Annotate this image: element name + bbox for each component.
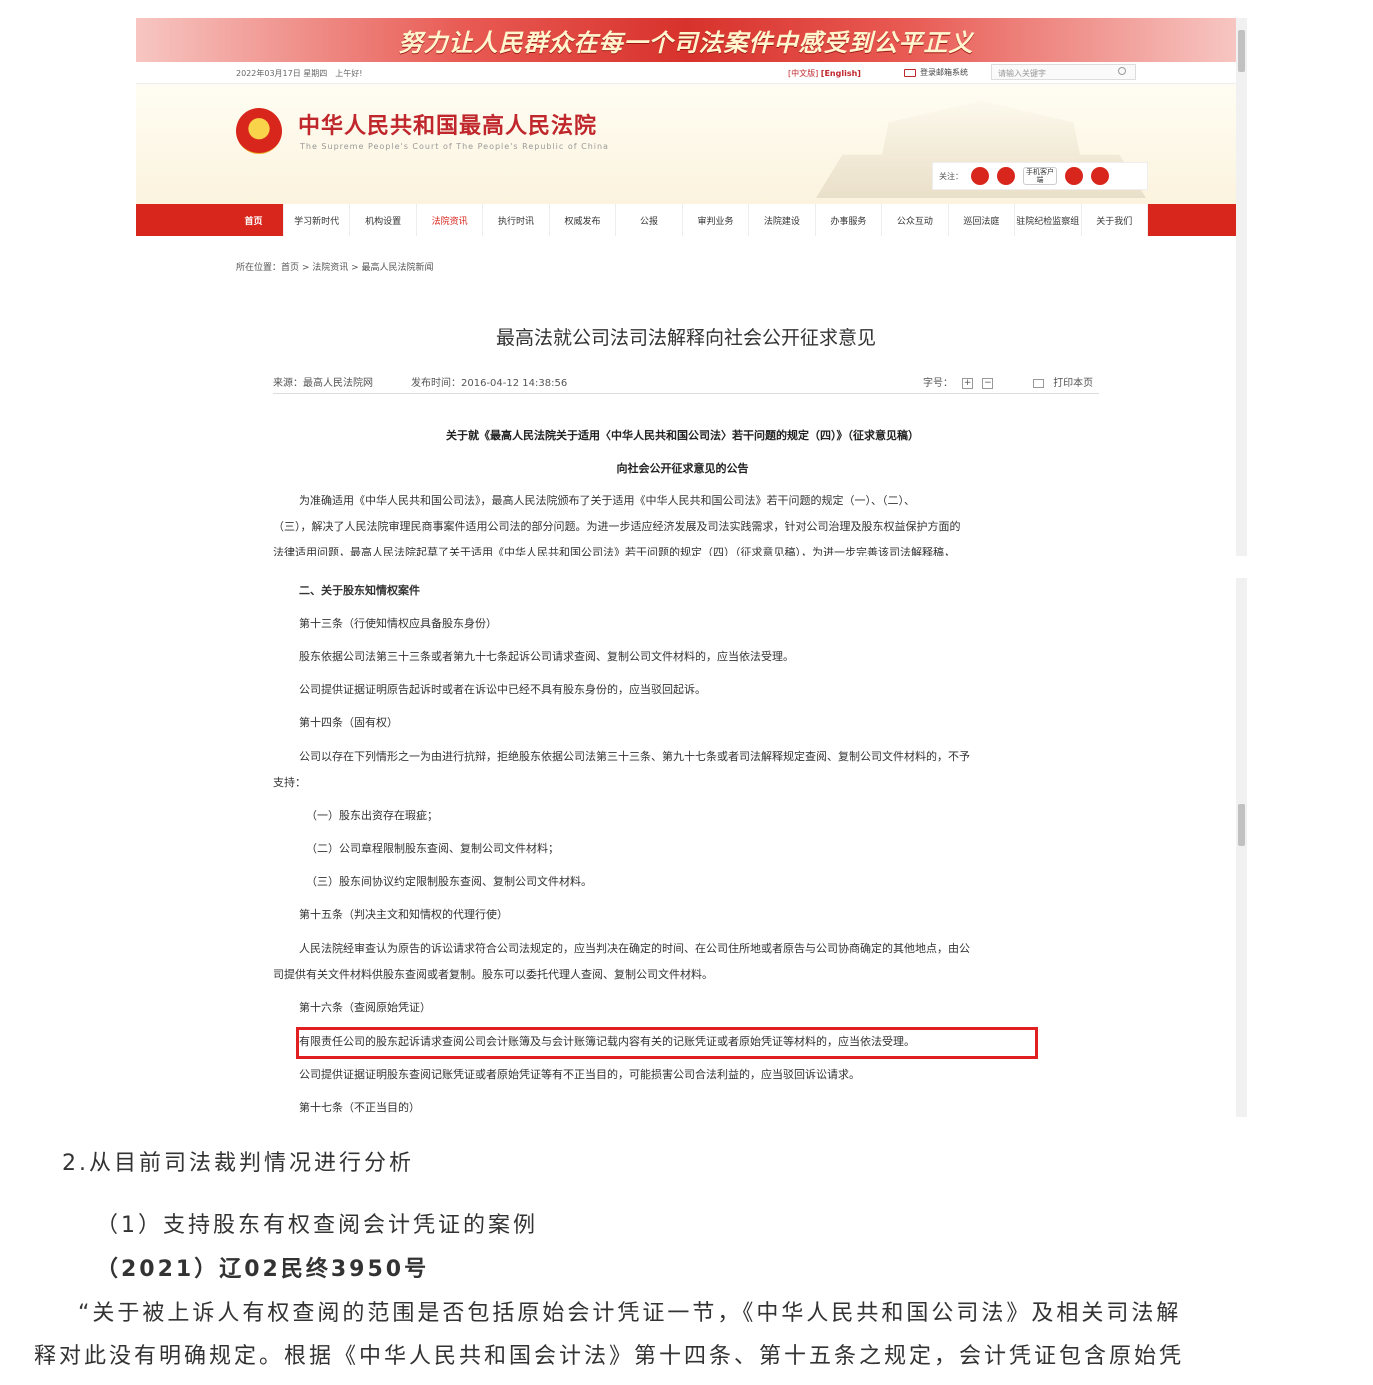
nav-item[interactable]: 学习新时代 (283, 204, 351, 236)
slogan-banner: 努力让人民群众在每一个司法案件中感受到公平正义 (136, 18, 1236, 62)
main-nav: 首页 学习新时代 机构设置 法院资讯 执行时讯 权威发布 公报 审判业务 法院建… (136, 204, 1236, 236)
date-text: 2022年03月17日 星期四 上午好! (236, 69, 363, 78)
nav-item[interactable]: 办事服务 (815, 204, 883, 236)
scrollbar-thumb[interactable] (1238, 30, 1245, 72)
nav-item[interactable]: 审判业务 (682, 204, 750, 236)
nav-item[interactable]: 权威发布 (549, 204, 617, 236)
font-decrease-button[interactable]: − (982, 377, 994, 389)
follow-label: 关注： (939, 171, 963, 181)
apple-icon[interactable] (1065, 167, 1083, 185)
article-text: 人民法院经审查认为原告的诉讼请求符合公司法规定的，应当判决在确定的时间、在公司住… (299, 942, 970, 955)
site-header: 中华人民共和国最高人民法院 The Supreme People's Court… (136, 84, 1236, 204)
print-button[interactable]: 打印本页 (1033, 374, 1093, 389)
quote-text: 释对此没有明确规定。根据《中华人民共和国会计法》第十四条、第十五条之规定，会计凭… (34, 1344, 1185, 1369)
case-number: （2021）辽02民终3950号 (96, 1257, 430, 1282)
notice-subtitle: 向社会公开征求意见的公告 (616, 462, 749, 475)
paragraph-line: 法律适用问题，最高人民法院起草了关于适用《中华人民共和国公司法》若干问题的规定（… (273, 546, 955, 556)
paragraph-line: 为准确适用《中华人民共和国公司法》，最高人民法院颁布了关于适用《中华人民共和国公… (299, 494, 915, 507)
article-source: 来源：最高人民法院网 (273, 378, 373, 389)
screenshot-court-homepage: 努力让人民群众在每一个司法案件中感受到公平正义 2022年03月17日 星期四 … (136, 18, 1247, 556)
section-heading: 2.从目前司法裁判情况进行分析 (62, 1151, 414, 1176)
lang-cn-link[interactable]: [中文版] (788, 69, 818, 78)
article-paragraph: 为准确适用《中华人民共和国公司法》，最高人民法院颁布了关于适用《中华人民共和国公… (273, 488, 1099, 556)
national-emblem-icon (236, 108, 282, 154)
android-icon[interactable] (1091, 167, 1109, 185)
banner-text: 努力让人民群众在每一个司法案件中感受到公平正义 (398, 27, 974, 57)
article-clause-title: 第十六条（查阅原始凭证） (299, 1001, 431, 1014)
highlight-box (296, 1027, 1038, 1059)
language-switch[interactable]: [中文版] [English] (788, 68, 861, 79)
article-clause-title: 第十五条（判决主文和知情权的代理行使） (299, 908, 508, 921)
mobile-client-button[interactable]: 手机客户端 (1023, 167, 1057, 185)
nav-items: 首页 学习新时代 机构设置 法院资讯 执行时讯 权威发布 公报 审判业务 法院建… (224, 204, 1149, 236)
subsection-heading: （1）支持股东有权查阅会计凭证的案例 (96, 1213, 538, 1238)
article-list-item: （二）公司章程限制股东查阅、复制公司文件材料； (306, 842, 559, 855)
follow-bar: 关注： 手机客户端 (932, 162, 1148, 190)
nav-item-home[interactable]: 首页 (224, 204, 284, 236)
article-title: 最高法就公司法司法解释向社会公开征求意见 (495, 327, 876, 349)
court-name-en: The Supreme People's Court of The People… (300, 142, 609, 151)
article-list-item: （一）股东出资存在瑕疵； (306, 809, 438, 822)
printer-icon (1033, 378, 1044, 388)
mail-login-label: 登录邮箱系统 (920, 68, 968, 77)
article-list-item: （三）股东间协议约定限制股东查阅、复制公司文件材料。 (306, 875, 592, 888)
article-clause-title: 第十七条（不正当目的） (299, 1101, 420, 1114)
notice-title: 关于就《最高人民法院关于适用〈中华人民共和国公司法〉若干问题的规定（四）》（征求… (446, 429, 919, 442)
search-input[interactable]: 请输入关键字 (991, 64, 1136, 80)
font-size-label: 字号： (923, 378, 953, 389)
quote-text: “关于被上诉人有权查阅的范围是否包括原始会计凭证一节，《中华人民共和国公司法》及… (78, 1301, 1182, 1326)
screenshot-article-provisions: 二、关于股东知情权案件 第十三条（行使知情权应具备股东身份） 股东依据公司法第三… (136, 578, 1247, 1117)
article-time: 发布时间：2016-04-12 14:38:56 (411, 378, 568, 389)
article-text: 司提供有关文件材料供股东查阅或者复制。股东可以委托代理人查阅、复制公司文件材料。 (273, 968, 713, 981)
scrollbar[interactable] (1236, 18, 1247, 556)
nav-item[interactable]: 公众互动 (882, 204, 949, 236)
search-icon[interactable] (1118, 67, 1126, 75)
font-size-control: 字号： + − (923, 374, 994, 389)
nav-item[interactable]: 巡回法庭 (948, 204, 1016, 236)
weibo-icon[interactable] (971, 167, 989, 185)
paragraph-line: （三），解决了人民法院审理民商事案件适用公司法的部分问题。为进一步适应经济发展及… (273, 520, 961, 533)
scrollbar[interactable] (1236, 578, 1247, 1117)
wechat-icon[interactable] (997, 167, 1015, 185)
article-text: 公司提供证据证明股东查阅记账凭证或者原始凭证等有不正当目的，可能损害公司合法利益… (299, 1068, 860, 1081)
court-name: 中华人民共和国最高人民法院 (298, 113, 598, 139)
top-bar: 2022年03月17日 星期四 上午好! [中文版] [English] 登录邮… (136, 62, 1236, 84)
article-clause-title: 第十三条（行使知情权应具备股东身份） (299, 617, 497, 630)
breadcrumb: 所在位置：首页 > 法院资讯 > 最高人民法院新闻 (236, 263, 434, 273)
article-clause-title: 第十四条（固有权） (299, 716, 398, 729)
mail-login-link[interactable]: 登录邮箱系统 (904, 67, 968, 78)
nav-item[interactable]: 法院建设 (749, 204, 816, 236)
mail-icon (904, 68, 916, 77)
nav-item[interactable]: 公报 (616, 204, 683, 236)
section-heading: 二、关于股东知情权案件 (299, 584, 420, 597)
article-text: 公司提供证据证明原告起诉时或者在诉讼中已经不具有股东身份的，应当驳回起诉。 (299, 683, 706, 696)
nav-item[interactable]: 驻院纪检监察组 (1015, 204, 1082, 236)
article-text: 股东依据公司法第三十三条或者第九十七条起诉公司请求查阅、复制公司文件材料的，应当… (299, 650, 794, 663)
nav-item-court-news[interactable]: 法院资讯 (416, 204, 484, 236)
nav-item[interactable]: 关于我们 (1081, 204, 1149, 236)
print-label: 打印本页 (1053, 378, 1094, 389)
font-increase-button[interactable]: + (962, 377, 974, 389)
article-text: 支持： (273, 776, 306, 789)
nav-item[interactable]: 机构设置 (350, 204, 417, 236)
lang-en-link[interactable]: [English] (821, 69, 861, 78)
article-text: 公司以存在下列情形之一为由进行抗辩，拒绝股东依据公司法第三十三条、第九十七条或者… (299, 750, 970, 763)
article-meta: 来源：最高人民法院网 发布时间：2016-04-12 14:38:56 字号： … (273, 374, 1099, 394)
scrollbar-thumb[interactable] (1238, 804, 1245, 846)
nav-item[interactable]: 执行时讯 (483, 204, 550, 236)
